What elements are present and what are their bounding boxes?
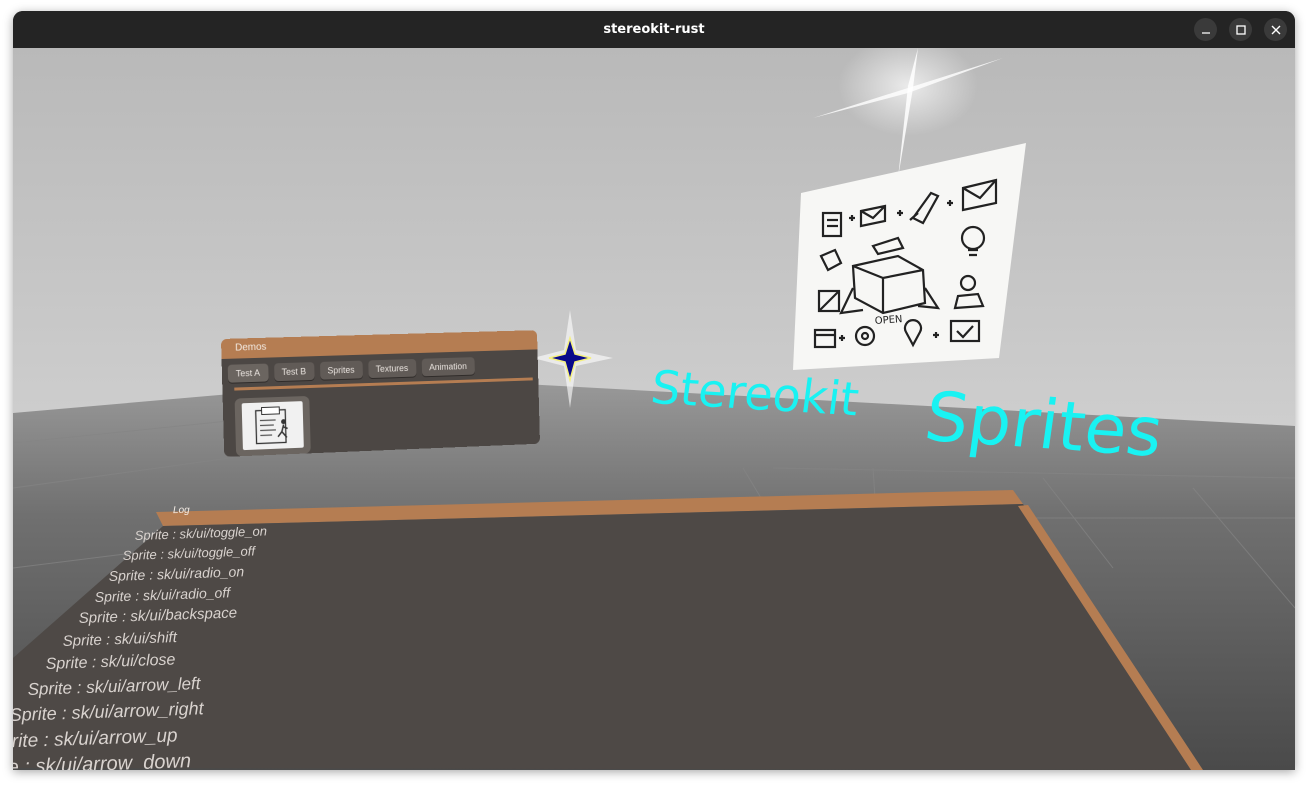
tab-test-a[interactable]: Test A <box>227 363 269 383</box>
exit-sign-icon <box>241 401 304 451</box>
maximize-icon <box>1235 24 1246 35</box>
maximize-button[interactable] <box>1229 18 1252 41</box>
window-controls <box>1194 18 1287 41</box>
demos-title: Demos <box>235 341 267 354</box>
minimize-button[interactable] <box>1194 18 1217 41</box>
app-window: stereokit-rust OPEN Stereokit Sprites De… <box>13 11 1295 770</box>
demos-window: Demos Test A Test B Sprites Textures Ani… <box>221 330 540 457</box>
tab-animation[interactable]: Animation <box>421 357 475 377</box>
log-title: Log <box>172 504 190 517</box>
close-button[interactable] <box>1264 18 1287 41</box>
demos-tabs: Test A Test B Sprites Textures Animation <box>227 357 475 383</box>
close-icon <box>1271 25 1280 34</box>
window-title: stereokit-rust <box>603 22 705 37</box>
tab-sprites[interactable]: Sprites <box>319 360 363 380</box>
3d-viewport[interactable]: OPEN Stereokit Sprites Demos Test A Test… <box>13 48 1295 770</box>
minimize-icon <box>1201 31 1210 34</box>
tab-test-b[interactable]: Test B <box>273 362 315 382</box>
exit-sprite-button[interactable] <box>234 395 311 457</box>
scene-title-part2: Sprites <box>919 378 1168 473</box>
title-bar[interactable]: stereokit-rust <box>13 11 1295 48</box>
sprite-board-label: OPEN <box>874 314 902 327</box>
demos-body: Test A Test B Sprites Textures Animation <box>221 349 540 457</box>
tab-textures[interactable]: Textures <box>367 358 417 379</box>
